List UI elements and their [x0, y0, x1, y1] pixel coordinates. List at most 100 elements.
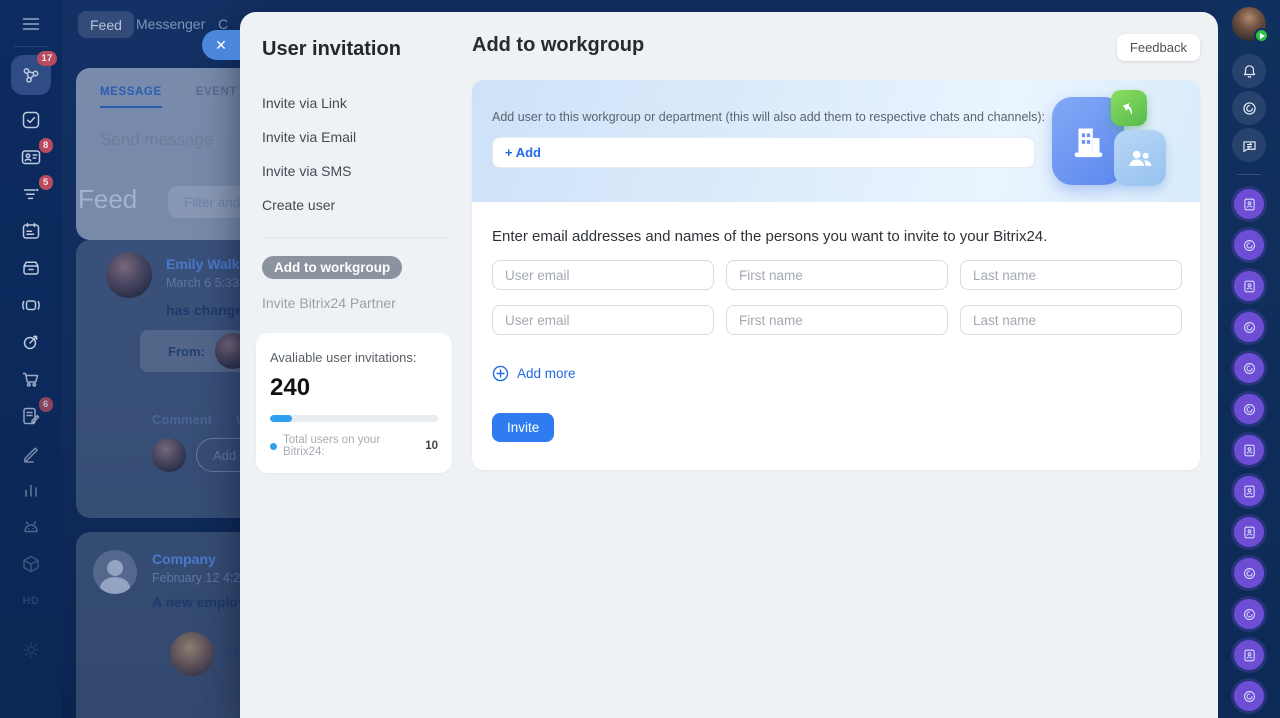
sidebar-item-video[interactable] [19, 293, 43, 317]
avatar[interactable] [106, 252, 152, 298]
company-avatar[interactable] [93, 550, 137, 594]
copilot-icon [1241, 319, 1258, 336]
user-avatar[interactable] [1232, 7, 1266, 41]
copilot-button[interactable] [1232, 91, 1266, 125]
chat-item-contact[interactable] [1234, 189, 1264, 219]
status-play-icon [1254, 28, 1269, 43]
sidebar-divider [14, 46, 48, 47]
invitation-menu-panel: User invitation Invite via Link Invite v… [240, 12, 470, 718]
last-name-input[interactable] [960, 260, 1182, 290]
chat-item-copilot[interactable] [1234, 558, 1264, 588]
copilot-icon [1241, 360, 1258, 377]
app-root: Feed Messenger C MESSAGE EVENT Send mess… [0, 0, 1280, 718]
user-email-input[interactable] [492, 305, 714, 335]
sidebar-item-settings[interactable] [19, 638, 43, 662]
feed-badge: 17 [37, 51, 57, 66]
menu-item-invite-sms[interactable]: Invite via SMS [262, 162, 450, 181]
contact-book-icon [1241, 442, 1258, 459]
chat-item-contact[interactable] [1234, 476, 1264, 506]
hero-description: Add user to this workgroup or department… [492, 110, 1045, 124]
page-title: Add to workgroup [472, 34, 644, 57]
left-sidebar: 17 8 5 [0, 0, 62, 718]
circle-plus-icon [492, 365, 509, 382]
invite-row [492, 260, 1182, 290]
chat-item-copilot[interactable] [1234, 681, 1264, 711]
first-name-input[interactable] [726, 260, 948, 290]
tab-messenger[interactable]: Messenger [136, 16, 205, 32]
chat-item-copilot[interactable] [1234, 353, 1264, 383]
hd-icon: HD [23, 595, 40, 607]
comment-link[interactable]: Comment [152, 412, 212, 427]
reply-arrow-icon [1111, 90, 1147, 126]
bell-icon [1240, 62, 1259, 81]
add-to-workgroup-section: Add to workgroup Feedback Add user to th… [470, 12, 1218, 718]
close-button[interactable]: ✕ [202, 30, 240, 60]
add-more-button[interactable]: Add more [492, 365, 576, 382]
notifications-button[interactable] [1232, 54, 1266, 88]
chat-item-contact[interactable] [1234, 435, 1264, 465]
chat-item-contact[interactable] [1234, 640, 1264, 670]
chat-transfer-button[interactable] [1232, 128, 1266, 162]
hamburger-icon[interactable] [19, 12, 43, 36]
copilot-icon [1240, 99, 1259, 118]
chat-item-copilot[interactable] [1234, 312, 1264, 342]
copilot-icon [1241, 401, 1258, 418]
sidebar-item-sign[interactable]: 6 [19, 404, 43, 428]
sidebar-item-crm[interactable]: 5 [19, 182, 43, 206]
sidebar-item-hd[interactable]: HD [19, 589, 43, 613]
tab-feed[interactable]: Feed [78, 11, 134, 38]
chat-item-copilot[interactable] [1234, 394, 1264, 424]
menu-item-add-to-workgroup[interactable]: Add to workgroup [262, 256, 402, 279]
workgroup-select-input[interactable]: + Add [492, 137, 1035, 168]
sidebar-item-tasks[interactable] [19, 108, 43, 132]
avatar[interactable] [170, 632, 214, 676]
feed-title: Feed [78, 184, 137, 215]
sidebar-item-pen[interactable] [19, 441, 43, 465]
chat-item-contact[interactable] [1234, 517, 1264, 547]
contact-book-icon [1241, 196, 1258, 213]
invite-button[interactable]: Invite [492, 413, 554, 442]
sidebar-item-shop[interactable] [19, 367, 43, 391]
sidebar-divider [1237, 174, 1261, 175]
post-author[interactable]: Company [152, 551, 240, 567]
post-date: February 12 4:2 [152, 571, 240, 585]
sidebar-item-employees[interactable]: 8 [19, 145, 43, 169]
shop-icon [19, 367, 43, 391]
tab-message[interactable]: MESSAGE [100, 86, 162, 108]
analytics-icon [19, 478, 43, 502]
right-sidebar [1218, 0, 1280, 718]
chat-item-contact[interactable] [1234, 271, 1264, 301]
tab-event[interactable]: EVENT [196, 86, 237, 108]
people-icon [1114, 130, 1166, 186]
feedback-button[interactable]: Feedback [1117, 34, 1200, 61]
ai-icon [19, 515, 43, 539]
marketing-icon [19, 330, 43, 354]
quota-label: Avaliable user invitations: [270, 350, 438, 365]
sidebar-item-ai[interactable] [19, 515, 43, 539]
tasks-icon [19, 108, 43, 132]
invite-form: Enter email addresses and names of the p… [472, 202, 1200, 442]
menu-item-invite-link[interactable]: Invite via Link [262, 94, 450, 113]
menu-item-invite-email[interactable]: Invite via Email [262, 128, 450, 147]
form-heading: Enter email addresses and names of the p… [492, 228, 1182, 245]
crm-badge: 5 [39, 175, 53, 190]
menu-item-create-user[interactable]: Create user [262, 196, 450, 215]
sidebar-item-calendar[interactable] [19, 219, 43, 243]
quota-count: 240 [270, 374, 438, 402]
sidebar-item-box[interactable] [19, 552, 43, 576]
quote-label: From: [168, 344, 205, 359]
sidebar-item-drive[interactable] [19, 256, 43, 280]
chat-item-copilot[interactable] [1234, 599, 1264, 629]
first-name-input[interactable] [726, 305, 948, 335]
sidebar-item-marketing[interactable] [19, 330, 43, 354]
sidebar-item-feed[interactable]: 17 [11, 55, 51, 95]
add-workgroup-button[interactable]: + Add [505, 145, 541, 160]
chat-item-copilot[interactable] [1234, 230, 1264, 260]
avatar[interactable] [152, 438, 186, 472]
menu-item-invite-partner[interactable]: Invite Bitrix24 Partner [262, 295, 450, 311]
sidebar-item-analytics[interactable] [19, 478, 43, 502]
user-email-input[interactable] [492, 260, 714, 290]
employees-badge: 8 [39, 138, 53, 153]
quota-total-value: 10 [425, 440, 438, 452]
last-name-input[interactable] [960, 305, 1182, 335]
